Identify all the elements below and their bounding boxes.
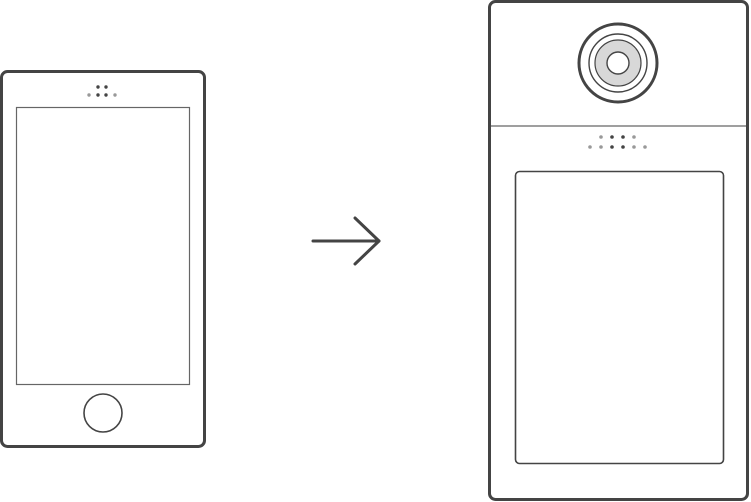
speaker-dot [96, 93, 100, 97]
speaker-dot [104, 93, 108, 97]
video-intercom-panel-icon [488, 0, 749, 501]
intercom-display-screen [514, 170, 725, 465]
arrow-right-icon [311, 216, 381, 266]
speaker-dot [632, 135, 636, 139]
camera-lens-icon [577, 22, 659, 104]
intercom-speaker-dots [588, 135, 647, 149]
speaker-dot [621, 135, 625, 139]
speaker-dot [599, 135, 603, 139]
device-transition-diagram [0, 0, 749, 501]
diagram-canvas [0, 0, 751, 502]
smartphone-body [0, 70, 206, 448]
smartphone-speaker-dots [87, 85, 117, 97]
speaker-dot [610, 135, 614, 139]
speaker-dot [104, 85, 108, 89]
speaker-dot [87, 93, 91, 97]
speaker-dot [632, 145, 636, 149]
smartphone-screen [15, 106, 191, 386]
speaker-dot [599, 145, 603, 149]
smartphone-home-button [83, 393, 123, 433]
speaker-dot [621, 145, 625, 149]
speaker-dot [643, 145, 647, 149]
speaker-dot [113, 93, 117, 97]
camera-lens-center [606, 51, 630, 75]
speaker-dot [96, 85, 100, 89]
speaker-dot [588, 145, 592, 149]
speaker-dot [610, 145, 614, 149]
smartphone-icon [0, 70, 206, 448]
